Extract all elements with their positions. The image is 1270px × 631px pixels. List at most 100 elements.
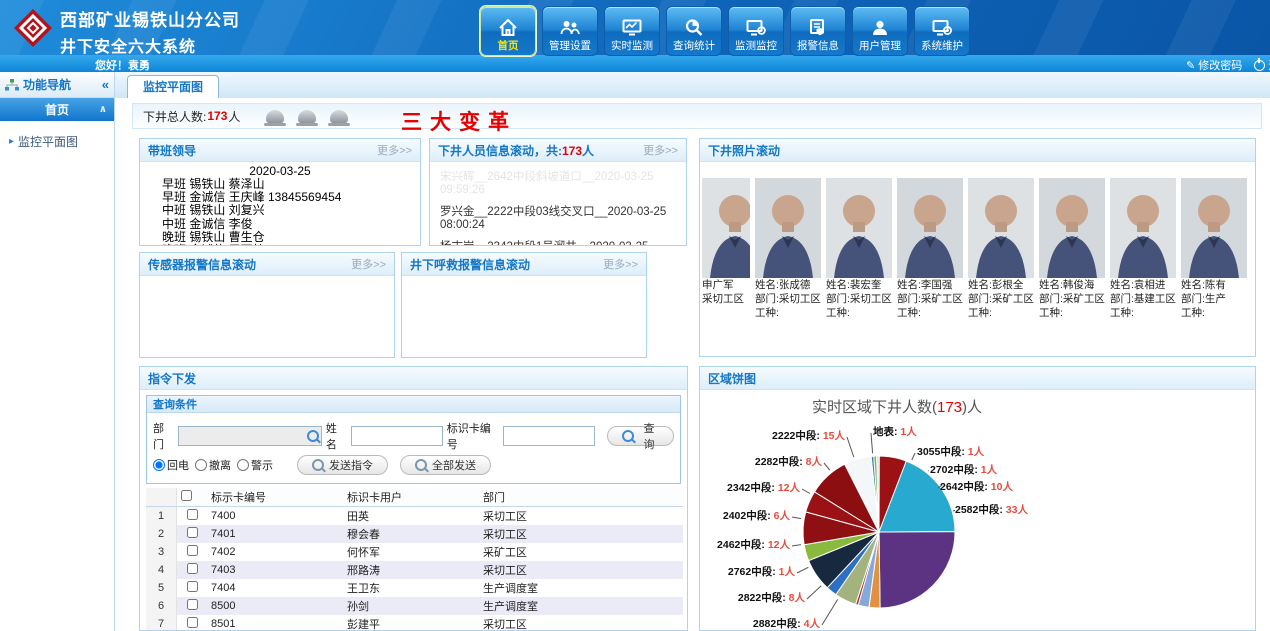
- more-link[interactable]: 更多>>: [351, 256, 386, 272]
- company-logo-icon: [12, 7, 54, 49]
- row-checkbox-cell: [177, 597, 208, 615]
- alarm-bell-icon: [330, 110, 348, 123]
- row-checkbox[interactable]: [187, 509, 198, 520]
- nav-label: 系统维护: [921, 40, 963, 53]
- photo-caption: 工种:: [826, 307, 892, 320]
- more-link[interactable]: 更多>>: [643, 142, 678, 158]
- panel-sos-alarm: 井下呼救报警信息滚动 更多>>: [401, 252, 647, 358]
- nav-item-monitor-tools[interactable]: 系统维护: [914, 6, 970, 56]
- row-checkbox-cell: [177, 543, 208, 561]
- send-command-button[interactable]: 发送指令: [297, 455, 388, 475]
- leader-row: 晚班 金诚信 于石柱 15248333413: [162, 244, 420, 246]
- home-icon: [497, 14, 519, 40]
- panel-command-send: 指令下发 查询条件 部门 姓名 标识卡编号: [139, 366, 688, 631]
- table-row[interactable]: 47403邢路涛采切工区: [146, 561, 683, 579]
- photo-caption: 部门:采矿工区: [968, 293, 1034, 306]
- radio-撤离[interactable]: 撤离: [195, 457, 231, 473]
- photo-caption: 部门:采切工区: [755, 293, 821, 306]
- panel-title: 井下呼救报警信息滚动: [410, 256, 530, 273]
- radio-input[interactable]: [153, 459, 165, 471]
- name-input[interactable]: [351, 426, 443, 446]
- tab-bar: 监控平面图: [115, 72, 1270, 99]
- total-people-label: 下井总人数:: [143, 108, 206, 125]
- collapse-sidebar-icon[interactable]: «: [102, 77, 109, 92]
- slogan-text: 三大变革: [401, 106, 517, 136]
- users-icon: [559, 14, 581, 40]
- nav-item-monitor-chart[interactable]: 实时监测: [604, 6, 660, 56]
- cell: 何怀军: [343, 543, 479, 561]
- nav-item-users[interactable]: 管理设置: [542, 6, 598, 56]
- row-checkbox[interactable]: [187, 545, 198, 556]
- photo-caption: 工种:: [1039, 307, 1105, 320]
- nav-item-monitor-gear[interactable]: 监测监控: [728, 6, 784, 56]
- worker-card: 姓名:李国强部门:采矿工区工种:: [897, 178, 963, 320]
- total-people-count: 173: [207, 109, 227, 123]
- more-link[interactable]: 更多>>: [377, 142, 412, 158]
- tab-monitor-map[interactable]: 监控平面图: [127, 75, 219, 99]
- cell-filler: [602, 597, 683, 615]
- pencil-icon: ✎: [1186, 59, 1195, 72]
- dept-search-icon[interactable]: [307, 430, 319, 442]
- cell-filler: [602, 615, 683, 631]
- table-row[interactable]: 78501彭建平采切工区: [146, 615, 683, 631]
- user-greeting: 您好！袁勇: [95, 57, 150, 73]
- worker-card: 姓名:陈有部门:生产工种:: [1181, 178, 1247, 320]
- leaders-list: 早班 锡铁山 蔡泽山早班 金诚信 王庆峰 13845569454中班 锡铁山 刘…: [140, 178, 420, 246]
- row-checkbox[interactable]: [187, 599, 198, 610]
- radio-回电[interactable]: 回电: [153, 457, 189, 473]
- nav-label: 监测监控: [735, 40, 777, 53]
- cell: 生产调度室: [479, 579, 602, 597]
- cell: 田英: [343, 507, 479, 526]
- panel-personnel-scroll: 下井人员信息滚动，共:173人 更多>> 宋兴辉__2642中段斜坡道口__20…: [429, 138, 687, 246]
- table-row[interactable]: 57404王卫东生产调度室: [146, 579, 683, 597]
- sidebar-item-monitor-map[interactable]: ▸ 监控平面图: [0, 121, 114, 150]
- nav-label: 管理设置: [549, 40, 591, 53]
- pie-leader-line: [871, 433, 873, 453]
- cell-filler: [602, 507, 683, 526]
- card-input[interactable]: [503, 426, 595, 446]
- sidebar: 功能导航 « 首页 ∧ ▸ 监控平面图: [0, 72, 115, 631]
- row-number: 1: [146, 507, 177, 526]
- more-link[interactable]: 更多>>: [603, 256, 638, 272]
- worker-photo: [897, 178, 963, 278]
- photo-caption: 工种:: [968, 307, 1034, 320]
- change-password-link[interactable]: ✎ 修改密码: [1186, 57, 1242, 73]
- nav-item-doc-shield[interactable]: 报警信息: [790, 6, 846, 56]
- cell: 7400: [207, 507, 343, 526]
- dept-input[interactable]: [178, 426, 322, 446]
- panel-region-pie: 区域饼图 实时区域下井人数(173)人 2222中段: 15人2282中段: 8…: [699, 366, 1256, 631]
- card-table: 标示卡编号 标识卡用户 部门 17400田英采切工区27401穆会春采切工区37…: [146, 488, 683, 631]
- pie-leader-line: [953, 510, 955, 511]
- search-stats-icon: [683, 14, 705, 40]
- radio-input[interactable]: [195, 459, 207, 471]
- table-row[interactable]: 37402何怀军采矿工区: [146, 543, 683, 561]
- photo-caption: 部门:采切工区: [826, 293, 892, 306]
- query-button[interactable]: 查询: [607, 426, 674, 446]
- row-checkbox[interactable]: [187, 617, 198, 628]
- panel-title: 指令下发: [148, 370, 196, 387]
- col-dept: 部门: [479, 488, 602, 507]
- row-checkbox[interactable]: [187, 527, 198, 538]
- nav-item-user[interactable]: 用户管理: [852, 6, 908, 56]
- radio-警示[interactable]: 警示: [237, 457, 273, 473]
- table-row[interactable]: 17400田英采切工区: [146, 507, 683, 526]
- select-all-checkbox[interactable]: [181, 490, 192, 501]
- row-checkbox[interactable]: [187, 563, 198, 574]
- row-checkbox[interactable]: [187, 581, 198, 592]
- sidebar-accordion-home[interactable]: 首页 ∧: [0, 98, 114, 121]
- photo-caption: 姓名:袁相进: [1110, 279, 1176, 292]
- pie-leader-line: [792, 545, 801, 546]
- send-all-button[interactable]: 全部发送: [400, 455, 491, 475]
- photo-caption: 工种:: [1110, 307, 1176, 320]
- cell: 8500: [207, 597, 343, 615]
- nav-item-search-stats[interactable]: 查询统计: [666, 6, 722, 56]
- pie-leader-line: [792, 517, 801, 519]
- table-row[interactable]: 27401穆会春采切工区: [146, 525, 683, 543]
- worker-card: 姓名:彭根全部门:采矿工区工种:: [968, 178, 1034, 320]
- nav-item-home[interactable]: 首页: [480, 6, 536, 56]
- logout-link[interactable]: 退出: [1254, 57, 1270, 73]
- cell: 王卫东: [343, 579, 479, 597]
- dept-label: 部门: [153, 420, 174, 452]
- table-row[interactable]: 68500孙剑生产调度室: [146, 597, 683, 615]
- radio-input[interactable]: [237, 459, 249, 471]
